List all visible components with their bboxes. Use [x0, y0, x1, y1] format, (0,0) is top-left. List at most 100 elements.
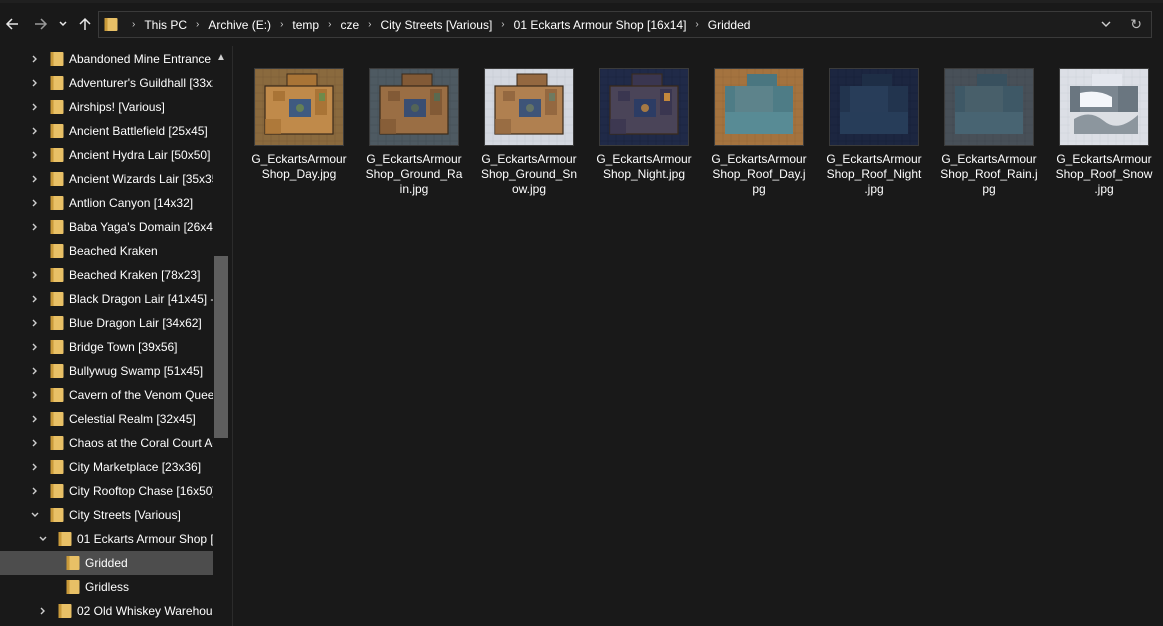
chevron-right-icon[interactable] [29, 221, 41, 233]
sidebar-folder-item[interactable]: Beached Kraken [78x23] [0, 263, 213, 287]
breadcrumb-item[interactable]: Gridded [708, 18, 751, 32]
breadcrumb-separator-icon[interactable]: › [132, 19, 135, 30]
sidebar-folder-item[interactable]: Ancient Wizards Lair [35x35 [0, 167, 213, 191]
chevron-right-icon[interactable] [29, 389, 41, 401]
thumbnail-image[interactable] [1059, 68, 1149, 146]
back-button[interactable] [1, 11, 23, 37]
file-name-line: .jpg [1094, 182, 1114, 196]
navigation-bar: › This PC › Archive (E:) › temp › cze › City Stre… [0, 3, 1163, 45]
breadcrumb-item[interactable]: 01 Eckarts Armour Shop [16x14] [514, 18, 687, 32]
scroll-up-icon[interactable]: ▲ [216, 52, 226, 63]
folder-icon [50, 100, 64, 114]
sidebar-folder-item[interactable]: City Rooftop Chase [16x50] [0, 479, 213, 503]
chevron-down-icon[interactable] [29, 509, 41, 521]
thumbnail-image[interactable] [599, 68, 689, 146]
breadcrumb-separator-icon[interactable]: › [280, 19, 283, 30]
chevron-right-icon[interactable] [37, 605, 49, 617]
chevron-right-icon[interactable] [29, 125, 41, 137]
chevron-right-icon[interactable] [29, 53, 41, 65]
sidebar-folder-item[interactable]: Baba Yaga's Domain [26x43 [0, 215, 213, 239]
thumbnail-image[interactable] [369, 68, 459, 146]
thumbnail-image[interactable] [484, 68, 574, 146]
folder-icon [50, 148, 64, 162]
sidebar-item-label: Gridless [85, 580, 130, 594]
folder-icon [50, 124, 64, 138]
chevron-right-icon[interactable] [29, 173, 41, 185]
sidebar-folder-item[interactable]: Cavern of the Venom Queen [0, 383, 213, 407]
breadcrumb-item[interactable]: This PC [144, 18, 187, 32]
sidebar-item-label: Black Dragon Lair [41x45] - [69, 292, 213, 306]
file-name-line: G_EckartsArmour [596, 152, 692, 166]
sidebar-folder-item[interactable]: City Streets [Various] [0, 503, 213, 527]
thumbnail-image[interactable] [714, 68, 804, 146]
sidebar-folder-item[interactable]: Ancient Battlefield [25x45] [0, 119, 213, 143]
thumbnail-image[interactable] [829, 68, 919, 146]
chevron-right-icon[interactable] [29, 413, 41, 425]
folder-icon [50, 268, 64, 282]
file-name-line: Shop_Day.jpg [261, 167, 337, 181]
breadcrumb-separator-icon[interactable]: › [196, 19, 199, 30]
chevron-right-icon[interactable] [29, 341, 41, 353]
file-name: G_EckartsArmour Shop_Roof_Snow .jpg [1049, 152, 1159, 197]
sidebar-folder-item[interactable]: City Marketplace [23x36] [0, 455, 213, 479]
sidebar-folder-item[interactable]: Bullywug Swamp [51x45] [0, 359, 213, 383]
sidebar-folder-item[interactable]: Black Dragon Lair [41x45] - [0, 287, 213, 311]
sidebar-folder-item[interactable]: Bridge Town [39x56] [0, 335, 213, 359]
file-name-line: Shop_Ground_Ra [365, 167, 463, 181]
sidebar-folder-item[interactable]: Abandoned Mine Entrance [0, 47, 213, 71]
sidebar-folder-item[interactable]: Celestial Realm [32x45] [0, 407, 213, 431]
breadcrumb-item[interactable]: Archive (E:) [208, 18, 271, 32]
chevron-right-icon[interactable] [29, 485, 41, 497]
chevron-right-icon[interactable] [29, 293, 41, 305]
folder-icon [50, 220, 64, 234]
breadcrumb-separator-icon[interactable]: › [695, 19, 698, 30]
sidebar-folder-item[interactable]: Adventurer's Guildhall [33x2 [0, 71, 213, 95]
thumbnail-image[interactable] [254, 68, 344, 146]
breadcrumb-separator-icon[interactable]: › [328, 19, 331, 30]
refresh-icon[interactable]: ↻ [1130, 16, 1142, 33]
sidebar-folder-item[interactable]: Chaos at the Coral Court Ac [0, 431, 213, 455]
file-list: G_EckartsArmour Shop_Day.jpg G_EckartsArmo… [233, 46, 1163, 626]
sidebar-folder-item[interactable]: Gridded [0, 551, 213, 575]
chevron-right-icon[interactable] [29, 461, 41, 473]
breadcrumb-item[interactable]: City Streets [Various] [380, 18, 492, 32]
folder-icon [50, 292, 64, 306]
chevron-right-icon[interactable] [29, 269, 41, 281]
sidebar-folder-item[interactable]: 02 Old Whiskey Warehous [0, 599, 213, 623]
sidebar-scrollbar[interactable] [214, 256, 228, 438]
chevron-right-icon[interactable] [29, 317, 41, 329]
sidebar-folder-item[interactable]: Ancient Hydra Lair [50x50] [0, 143, 213, 167]
forward-button[interactable] [30, 11, 52, 37]
sidebar-item-label: City Rooftop Chase [16x50] [69, 484, 213, 498]
recent-locations-button[interactable] [54, 11, 72, 37]
sidebar-folder-item[interactable]: 01 Eckarts Armour Shop [1 [0, 527, 213, 551]
file-name-line: G_EckartsArmour [251, 152, 347, 166]
chevron-down-icon [59, 21, 67, 27]
up-button[interactable] [74, 11, 96, 37]
sidebar-item-label: Bullywug Swamp [51x45] [69, 364, 204, 378]
address-dropdown-icon[interactable] [1100, 18, 1112, 30]
sidebar-folder-item[interactable]: Blue Dragon Lair [34x62] [0, 311, 213, 335]
breadcrumb-separator-icon[interactable]: › [501, 19, 504, 30]
sidebar-folder-item[interactable]: Beached Kraken [0, 239, 213, 263]
sidebar-folder-item[interactable]: Airships! [Various] [0, 95, 213, 119]
sidebar-folder-item[interactable]: Gridless [0, 575, 213, 599]
breadcrumb-item[interactable]: temp [292, 18, 319, 32]
chevron-right-icon[interactable] [29, 101, 41, 113]
sidebar-item-label: Antlion Canyon [14x32] [69, 196, 194, 210]
folder-icon [104, 18, 118, 31]
chevron-right-icon[interactable] [29, 437, 41, 449]
chevron-down-icon[interactable] [37, 533, 49, 545]
folder-icon [50, 364, 64, 378]
address-bar[interactable]: › This PC › Archive (E:) › temp › cze › City Stre… [98, 11, 1152, 38]
breadcrumb-item[interactable]: cze [340, 18, 359, 32]
chevron-right-icon[interactable] [29, 149, 41, 161]
chevron-right-icon[interactable] [29, 365, 41, 377]
chevron-right-icon[interactable] [29, 77, 41, 89]
sidebar-folder-item[interactable]: Antlion Canyon [14x32] [0, 191, 213, 215]
breadcrumb-separator-icon[interactable]: › [368, 19, 371, 30]
thumbnail-image[interactable] [944, 68, 1034, 146]
chevron-right-icon[interactable] [29, 197, 41, 209]
back-arrow-icon [5, 18, 18, 30]
file-name-line: Shop_Roof_Day.j [712, 167, 806, 181]
